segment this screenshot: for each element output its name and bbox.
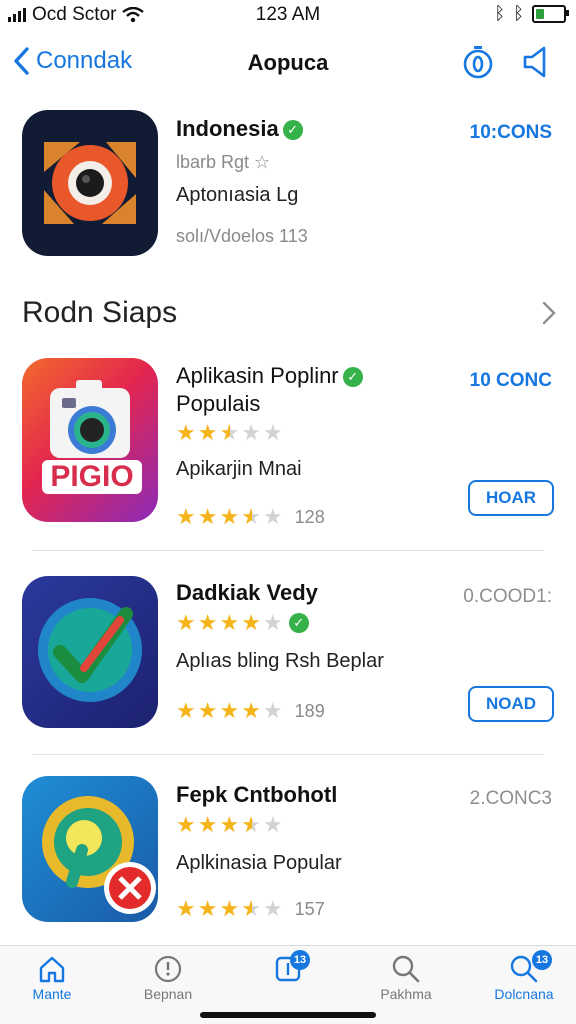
app-icon-shield [22,576,158,728]
nav-bar: Conndak Aopuca [0,36,576,92]
tab-clock[interactable]: Bepnan [118,952,218,1002]
status-bar: Ocd Sctor 123 AM ᛒ ᛒ [0,0,576,30]
nav-actions [460,44,556,80]
battery-icon [532,4,569,23]
list-item[interactable]: PIGIO Aplikasin Poplinr ✓ Populais ★ ★ ★ ★ ★ A… [0,356,576,529]
app-subtitle: Aplıas bling Rsh Beplar [176,650,384,672]
rating-stars: ★ ★ ★ ★ ★ 189 [176,698,325,724]
app-subtitle-faint: lbarb Rgt ☆ [176,152,271,172]
tab-label: Mante [32,986,72,1002]
star-icon: ★ [241,420,261,445]
app-name: Indonesia ✓ [176,116,303,142]
tab-apps[interactable]: 13 [238,950,338,986]
rating-stars: ★ ★ ★ ★ ★ 128 [176,504,325,530]
app-icon-camera: PIGIO [22,358,158,522]
app-subtitle: Aptonıasia Lg [176,184,299,206]
star-icon: ★ [241,610,261,635]
star-icon: ★ [262,698,283,723]
rating-stars: ★ ★ ★ ★ ★ [176,420,283,446]
tab-home[interactable]: Mante [2,952,102,1002]
star-icon: ★ [176,812,196,837]
tab-search-active[interactable]: 13 Dolcnana [474,950,574,1002]
star-icon: ★ [176,896,196,921]
star-icon: ★ [241,896,261,921]
star-icon: ★ [219,610,240,635]
star-icon: ★ [241,698,261,723]
star-icon: ★ [197,812,218,837]
status-right: ᛒ ᛒ [494,3,569,24]
rating-count: 189 [294,700,325,721]
star-icon: ★ [241,812,261,837]
rating-count: 128 [294,506,325,527]
status-time: 123 AM [255,4,321,25]
bluetooth-icon: ᛒ [513,3,524,23]
tab-label: Dolcnana [494,986,554,1002]
star-icon: ★ [176,698,196,723]
get-button[interactable]: HOAR [468,480,554,516]
verified-icon: ✓ [342,367,363,388]
star-icon: ★ [197,896,218,921]
app-meta: solı/Vdoelos 113 [176,226,308,246]
rating-stars: ★ ★ ★ ★ ★ 157 [176,896,325,922]
home-icon [39,956,65,983]
tab-bar: Mante Bepnan 13 Pakhma 13 Dolcnana [0,945,576,1024]
app-name: Fepk Cntbohotl [176,782,338,807]
get-button[interactable]: NOAD [468,686,554,722]
star-icon: ★ [197,610,218,635]
price-label: 10 CONC [469,370,552,391]
speaker-icon[interactable] [520,44,556,80]
star-icon: ★ [219,896,240,921]
verified-icon: ✓ [282,120,303,141]
price-label: 2.CONC3 [469,788,552,809]
bluetooth-icon: ᛒ [494,3,506,23]
rating-stars: ★ ★ ★ ★ ★ ✓ [176,610,309,636]
verified-icon: ✓ [288,613,309,633]
star-icon: ★ [219,420,240,445]
tab-label: Bepnan [143,986,193,1002]
star-icon: ★ [241,504,261,529]
star-icon: ★ [262,812,283,837]
app-subtitle: Aplkinasia Popular [176,852,342,874]
star-icon: ★ [176,610,196,635]
search-icon [392,955,420,983]
app-icon-gear [22,776,158,922]
tab-search[interactable]: Pakhma [356,952,456,1002]
badge: 13 [532,950,552,970]
star-icon: ★ [219,698,240,723]
star-icon: ★ [197,420,218,445]
star-icon: ★ [176,504,196,529]
divider [32,754,544,755]
star-icon: ★ [176,420,196,445]
section-title: Rodn Siaps [22,296,178,329]
app-icon-indonesia [22,110,158,256]
star-icon: ★ [197,504,218,529]
icon-text: PIGIO [42,460,142,494]
tab-label: Pakhma [380,986,432,1002]
list-item[interactable]: Dadkiak Vedy ★ ★ ★ ★ ★ ✓ Aplıas bling Rsh Bep… [0,576,576,730]
featured-app-row[interactable]: Indonesia ✓ lbarb Rgt ☆ Aptonıasia Lg sol… [0,110,576,260]
star-icon: ★ [262,610,283,635]
app-subtitle: Apikarjin Mnai [176,458,302,480]
star-icon: ★ [219,504,240,529]
star-icon: ★ [262,896,283,921]
chevron-right-icon[interactable] [542,300,556,326]
rating-count: 157 [294,898,325,919]
clock-icon [154,955,182,983]
star-icon: ★ [197,698,218,723]
star-icon: ★ [262,504,283,529]
home-indicator[interactable] [200,1012,376,1018]
timer-icon[interactable] [460,44,496,80]
list-item[interactable]: Fepk Cntbohotl ★ ★ ★ ★ ★ Aplkinasia Popular … [0,776,576,924]
divider [32,550,544,551]
badge: 13 [290,950,310,970]
rating-stars: ★ ★ ★ ★ ★ [176,812,283,838]
star-icon: ★ [219,812,240,837]
app-name: Dadkiak Vedy [176,580,318,605]
app-name: Aplikasin Poplinr ✓ Populais [176,362,363,418]
price-label: 10:CONS [469,122,552,143]
star-icon: ★ [262,420,283,445]
price-label: 0.COOD1: [463,586,552,607]
